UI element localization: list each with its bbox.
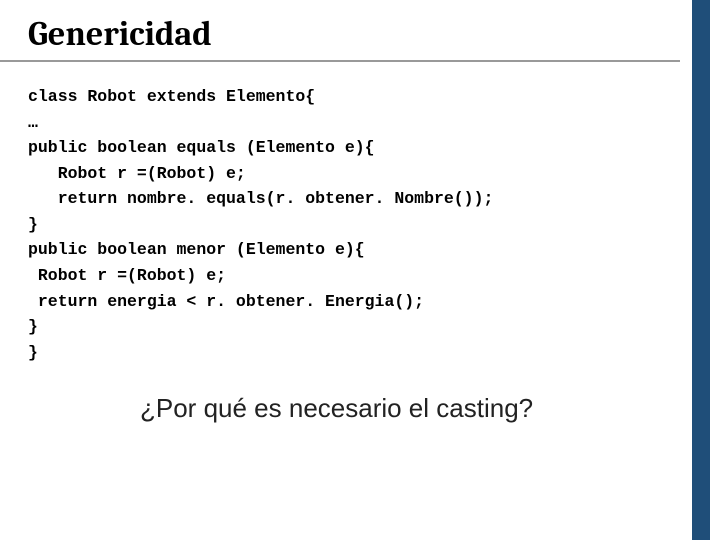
- code-line: }: [28, 343, 38, 362]
- code-line: public boolean equals (Elemento e){: [28, 138, 375, 157]
- slide-title: Genericidad: [0, 0, 680, 62]
- code-line: public boolean menor (Elemento e){: [28, 240, 365, 259]
- code-line: }: [28, 317, 38, 336]
- code-line: …: [28, 113, 38, 132]
- code-line: Robot r =(Robot) e;: [28, 266, 226, 285]
- code-line: class Robot extends Elemento{: [28, 87, 315, 106]
- code-line: }: [28, 215, 38, 234]
- accent-bar: [692, 0, 710, 540]
- code-block: class Robot extends Elemento{ … public b…: [0, 62, 720, 365]
- code-line: return energia < r. obtener. Energia();: [28, 292, 424, 311]
- question-text: ¿Por qué es necesario el casting?: [0, 365, 720, 424]
- code-line: Robot r =(Robot) e;: [28, 164, 246, 183]
- code-line: return nombre. equals(r. obtener. Nombre…: [28, 189, 493, 208]
